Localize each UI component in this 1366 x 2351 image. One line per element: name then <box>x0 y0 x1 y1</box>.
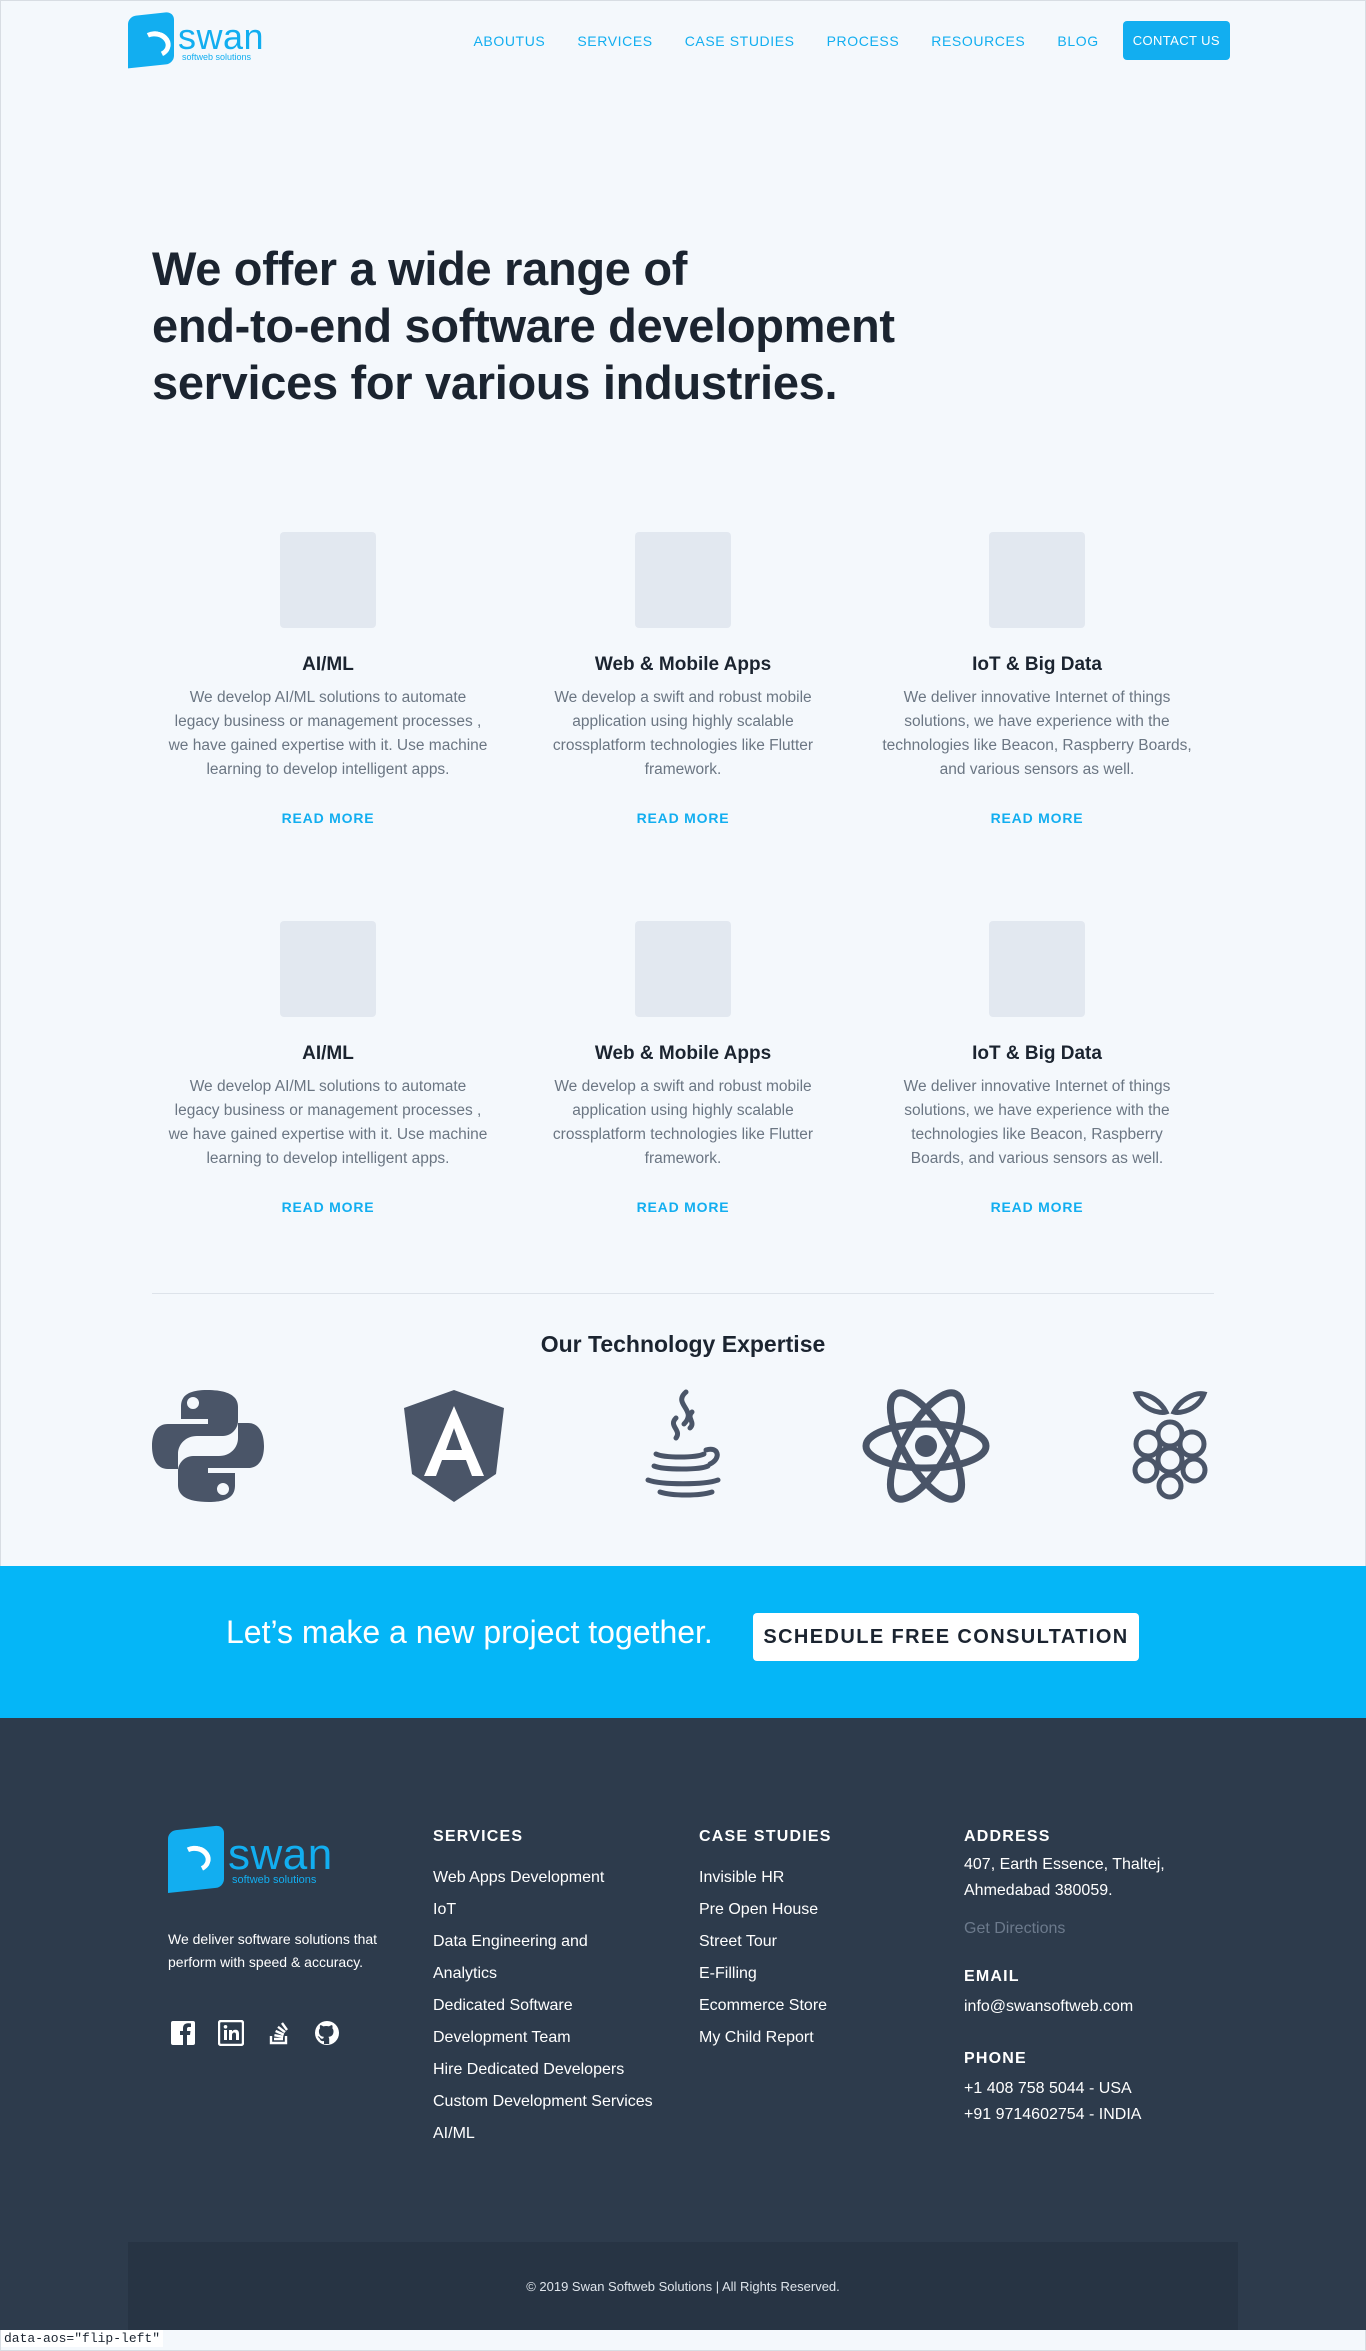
service-card: AI/ML We develop AI/ML solutions to auto… <box>163 532 493 826</box>
footer-service-link[interactable]: Analytics <box>433 1958 653 1990</box>
nav-case-studies[interactable]: CASE STUDIES <box>685 33 795 49</box>
service-title: IoT & Big Data <box>972 654 1102 675</box>
hero-title: We offer a wide range of end-to-end soft… <box>152 240 1052 411</box>
hero-line-1: We offer a wide range of <box>152 242 688 295</box>
service-image-placeholder <box>280 921 376 1017</box>
copyright-text: © 2019 Swan Softweb Solutions | All Righ… <box>526 2278 840 2294</box>
footer-service-link[interactable]: Dedicated Software <box>433 1990 653 2022</box>
footer-case-link[interactable]: Street Tour <box>699 1926 832 1958</box>
services-heading: SERVICES <box>433 1828 524 1845</box>
java-icon <box>645 1389 721 1498</box>
service-image-placeholder <box>280 532 376 628</box>
read-more-link[interactable]: READ MORE <box>872 1199 1202 1215</box>
cta-banner: Let’s make a new project together. SCHED… <box>0 1566 1366 1718</box>
hero-line-2: end-to-end software development <box>152 299 895 352</box>
case-studies-heading: CASE STUDIES <box>699 1828 832 1845</box>
footer-service-link[interactable]: IoT <box>433 1894 653 1926</box>
read-more-link[interactable]: READ MORE <box>518 1199 848 1215</box>
email-link[interactable]: info@swansoftweb.com <box>964 1994 1204 2020</box>
footer-case-link[interactable]: Pre Open House <box>699 1894 832 1926</box>
read-more-link[interactable]: READ MORE <box>163 1199 493 1215</box>
read-more-link[interactable]: READ MORE <box>518 810 848 826</box>
tech-title: Our Technology Expertise <box>540 1331 826 1357</box>
linkedin-icon[interactable] <box>217 2019 245 2047</box>
copyright-bar: © 2019 Swan Softweb Solutions | All Righ… <box>128 2242 1238 2330</box>
footer-case-link[interactable]: Invisible HR <box>699 1862 832 1894</box>
service-title: Web & Mobile Apps <box>594 1043 772 1064</box>
service-card: Web & Mobile Apps We develop a swift and… <box>518 921 848 1215</box>
schedule-consultation-button[interactable]: SCHEDULE FREE CONSULTATION <box>753 1613 1139 1661</box>
footer-logo[interactable]: swan softweb solutions <box>168 1825 333 1893</box>
nav-about-us[interactable]: ABOUTUS <box>473 33 545 49</box>
address-line-1: 407, Earth Essence, Thaltej, <box>964 1856 1165 1873</box>
footer-case-link[interactable]: E-Filling <box>699 1958 832 1990</box>
footer-service-link[interactable]: Hire Dedicated Developers <box>433 2054 653 2086</box>
cta-text: Let’s make a new project together. <box>226 1614 713 1650</box>
main-nav: ABOUTUS SERVICES CASE STUDIES PROCESS RE… <box>441 21 1230 60</box>
angular-icon <box>404 1390 504 1502</box>
address-line-2: Ahmedabad 380059. <box>964 1882 1113 1899</box>
brand-name: swan <box>178 15 265 57</box>
footer-tagline: We deliver software solutions that perfo… <box>168 1931 378 1970</box>
hero-line-3: services for various industries. <box>152 356 838 409</box>
footer-service-link[interactable]: Custom Development Services <box>433 2086 653 2118</box>
service-description: We deliver innovative Internet of things… <box>882 689 1192 778</box>
footer-service-link[interactable]: Data Engineering and <box>433 1926 653 1958</box>
read-more-link[interactable]: READ MORE <box>872 810 1202 826</box>
brand-tagline: softweb solutions <box>182 51 252 62</box>
service-description: We deliver innovative Internet of things… <box>903 1078 1171 1167</box>
address-heading: ADDRESS <box>964 1828 1051 1845</box>
footer-case-studies: CASE STUDIES Invisible HR Pre Open House… <box>699 1828 832 2054</box>
service-title: Web & Mobile Apps <box>594 654 772 675</box>
python-icon <box>152 1390 264 1502</box>
read-more-link[interactable]: READ MORE <box>163 810 493 826</box>
header-logo[interactable]: swan softweb solutions <box>128 11 265 69</box>
service-card: IoT & Big Data We deliver innovative Int… <box>872 921 1202 1215</box>
service-image-placeholder <box>989 921 1085 1017</box>
swan-logo-icon <box>128 11 174 69</box>
service-image-placeholder <box>635 532 731 628</box>
footer-service-link[interactable]: Development Team <box>433 2022 653 2054</box>
footer-contact: ADDRESS 407, Earth Essence, Thaltej, Ahm… <box>964 1828 1204 2128</box>
status-bar-text: data-aos="flip-left" <box>1 2330 164 2347</box>
react-icon <box>862 1389 990 1503</box>
phone-usa[interactable]: +1 408 758 5044 - USA <box>964 2076 1204 2102</box>
raspberry-pi-icon <box>1132 1391 1208 1500</box>
contact-us-button[interactable]: CONTACT US <box>1122 21 1230 60</box>
facebook-icon[interactable] <box>170 2020 196 2046</box>
service-card: Web & Mobile Apps We develop a swift and… <box>518 532 848 826</box>
nav-services[interactable]: SERVICES <box>577 33 652 49</box>
service-image-placeholder <box>635 921 731 1017</box>
brand-name: swan <box>228 1829 333 1879</box>
github-icon[interactable] <box>314 2020 340 2046</box>
footer: swan softweb solutions We deliver softwa… <box>0 1718 1366 2330</box>
service-title: AI/ML <box>302 654 354 675</box>
get-directions-link[interactable]: Get Directions <box>964 1920 1204 1938</box>
service-description: We develop a swift and robust mobile app… <box>552 1078 814 1167</box>
service-image-placeholder <box>989 532 1085 628</box>
nav-resources[interactable]: RESOURCES <box>931 33 1025 49</box>
email-heading: EMAIL <box>964 1968 1020 1985</box>
footer-case-link[interactable]: Ecommerce Store <box>699 1990 832 2022</box>
phone-india[interactable]: +91 9714602754 - INDIA <box>964 2102 1204 2128</box>
stackoverflow-icon[interactable] <box>266 2020 292 2046</box>
service-title: IoT & Big Data <box>972 1043 1102 1064</box>
service-description: We develop a swift and robust mobile app… <box>552 689 814 778</box>
section-divider <box>152 1293 1214 1294</box>
nav-blog[interactable]: BLOG <box>1057 33 1098 49</box>
brand-tagline: softweb solutions <box>232 1873 317 1886</box>
footer-service-link[interactable]: AI/ML <box>433 2118 653 2150</box>
nav-process[interactable]: PROCESS <box>827 33 900 49</box>
footer-service-link[interactable]: Web Apps Development <box>433 1862 653 1894</box>
service-description: We develop AI/ML solutions to automate l… <box>168 689 488 778</box>
swan-logo-icon <box>168 1825 224 1893</box>
service-description: We develop AI/ML solutions to automate l… <box>168 1078 488 1167</box>
phone-heading: PHONE <box>964 2050 1027 2067</box>
service-card: AI/ML We develop AI/ML solutions to auto… <box>163 921 493 1215</box>
social-links <box>170 2019 340 2047</box>
service-title: AI/ML <box>302 1043 354 1064</box>
service-card: IoT & Big Data We deliver innovative Int… <box>872 532 1202 826</box>
footer-services: SERVICES Web Apps Development IoT Data E… <box>433 1828 653 2150</box>
footer-case-link[interactable]: My Child Report <box>699 2022 832 2054</box>
